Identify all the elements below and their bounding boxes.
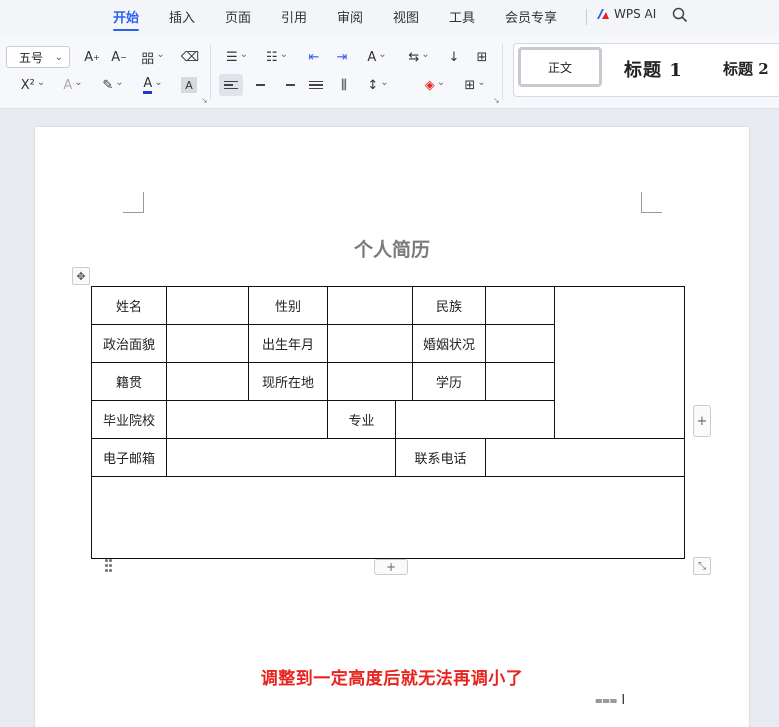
- style-heading-1[interactable]: 标题 1: [624, 56, 683, 82]
- resume-table: 姓名 性别 民族 政治面貌 出生年月 婚姻状况 籍贯 现所在地 学历 毕业院校 …: [91, 286, 685, 559]
- search-icon[interactable]: [671, 6, 689, 24]
- label-cell[interactable]: 籍贯: [91, 362, 167, 401]
- tab-references[interactable]: 引用: [281, 7, 307, 26]
- value-cell[interactable]: [166, 438, 396, 477]
- line-spacing-icon[interactable]: ↕: [363, 76, 393, 94]
- ribbon-divider: [210, 44, 211, 100]
- tab-insert[interactable]: 插入: [169, 7, 195, 26]
- label-cell[interactable]: 现所在地: [248, 362, 328, 401]
- shrink-font-icon[interactable]: A −: [109, 48, 129, 66]
- value-cell[interactable]: [327, 286, 413, 325]
- label-cell[interactable]: 政治面貌: [91, 324, 167, 363]
- style-heading-2[interactable]: 标题 2: [723, 58, 769, 79]
- margin-marker: [123, 192, 144, 213]
- align-left-icon[interactable]: [219, 74, 243, 96]
- value-cell[interactable]: [166, 400, 328, 439]
- table-move-icon[interactable]: ✥: [72, 267, 90, 285]
- label-cell[interactable]: 性别: [248, 286, 328, 325]
- margin-marker: [641, 192, 662, 213]
- tab-tools[interactable]: 工具: [449, 7, 475, 26]
- numbered-list-icon[interactable]: ☷: [262, 48, 292, 66]
- ribbon-toolbar: 五号 ⌄ A+ A− 㗊 ⌫ ☰ ☷ ⇤ ⇥ A ⇆ ↓ ⊞ X² A ✎ A …: [0, 34, 779, 109]
- menu-divider: [586, 9, 587, 25]
- distributed-icon[interactable]: ⫼: [333, 74, 355, 96]
- document-page[interactable]: 个人简历 ✥ 姓名 性别 民族 政治面貌 出生年月 婚姻状况 籍贯 现所在地 学…: [35, 127, 749, 727]
- add-column-button[interactable]: +: [693, 405, 711, 437]
- table-row: 电子邮箱 联系电话: [91, 438, 685, 477]
- tab-member[interactable]: 会员专享: [505, 7, 557, 26]
- value-cell[interactable]: [327, 362, 413, 401]
- tab-home[interactable]: 开始: [113, 7, 140, 31]
- value-cell[interactable]: [166, 362, 249, 401]
- value-cell[interactable]: [485, 324, 555, 363]
- text-effect-icon[interactable]: A: [58, 76, 88, 94]
- annotation-caption: 调整到一定高度后就无法再调小了: [260, 669, 524, 689]
- value-cell[interactable]: [485, 438, 685, 477]
- label-cell[interactable]: 电子邮箱: [91, 438, 167, 477]
- value-cell[interactable]: [485, 286, 555, 325]
- character-scale-icon[interactable]: A: [362, 48, 392, 66]
- label-cell[interactable]: 民族: [412, 286, 486, 325]
- font-color-icon[interactable]: A: [138, 76, 168, 94]
- label-cell[interactable]: 姓名: [91, 286, 167, 325]
- table-resize-icon[interactable]: ⤡: [693, 557, 711, 575]
- phonetic-guide-icon[interactable]: 㗊: [138, 48, 168, 67]
- paragraph-dialog-launcher-icon[interactable]: ↘: [493, 96, 500, 105]
- value-cell[interactable]: [395, 400, 555, 439]
- char-shading-icon[interactable]: A: [181, 77, 197, 93]
- shading-icon[interactable]: ◈: [420, 76, 450, 94]
- align-right-icon[interactable]: [277, 74, 299, 96]
- increase-indent-icon[interactable]: ⇥: [332, 48, 352, 66]
- document-title[interactable]: 个人简历: [35, 235, 749, 262]
- style-normal[interactable]: 正文: [518, 47, 602, 87]
- wps-ai-label: WPS AI: [614, 7, 657, 21]
- resume-table-wrapper: 姓名 性别 民族 政治面貌 出生年月 婚姻状况 籍贯 现所在地 学历 毕业院校 …: [91, 286, 685, 559]
- add-row-button[interactable]: +: [374, 559, 408, 575]
- row-drag-handle-icon[interactable]: [105, 559, 113, 573]
- text-direction-icon[interactable]: ⇆: [404, 48, 434, 66]
- clear-format-icon[interactable]: ⌫: [180, 48, 200, 66]
- decrease-indent-icon[interactable]: ⇤: [304, 48, 324, 66]
- value-cell[interactable]: [485, 362, 555, 401]
- label-cell[interactable]: 学历: [412, 362, 486, 401]
- label-cell[interactable]: 联系电话: [395, 438, 486, 477]
- label-cell[interactable]: 毕业院校: [91, 400, 167, 439]
- table-row: [91, 476, 685, 559]
- tab-page[interactable]: 页面: [225, 7, 251, 26]
- font-size-select[interactable]: 五号 ⌄: [6, 46, 70, 68]
- menu-bar: 开始 插入 页面 引用 审阅 视图 工具 会员专享 WPS AI: [0, 0, 779, 34]
- borders-icon[interactable]: ⊞: [460, 76, 490, 94]
- align-center-icon[interactable]: [249, 74, 271, 96]
- large-text-cell[interactable]: [91, 476, 685, 559]
- justify-icon[interactable]: [305, 74, 327, 96]
- font-dialog-launcher-icon[interactable]: ↘: [201, 96, 208, 105]
- superscript-icon[interactable]: X²: [18, 76, 48, 94]
- label-cell[interactable]: 婚姻状况: [412, 324, 486, 363]
- font-size-value: 五号: [19, 51, 44, 65]
- label-cell[interactable]: 专业: [327, 400, 396, 439]
- label-cell[interactable]: 出生年月: [248, 324, 328, 363]
- tab-view[interactable]: 视图: [393, 7, 419, 26]
- grow-font-icon[interactable]: A +: [82, 48, 102, 66]
- table-row: 姓名 性别 民族: [91, 286, 685, 439]
- tab-review[interactable]: 审阅: [337, 7, 363, 26]
- styles-gallery: 正文 标题 1 标题 2: [513, 43, 779, 97]
- highlight-icon[interactable]: ✎: [98, 76, 128, 94]
- value-cell[interactable]: [166, 324, 249, 363]
- sort-icon[interactable]: ↓: [444, 48, 464, 66]
- ribbon-divider: [502, 44, 503, 100]
- chevron-down-icon: ⌄: [54, 52, 63, 63]
- wps-ai-logo-icon: [597, 9, 609, 19]
- value-cell[interactable]: [166, 286, 249, 325]
- text-cursor-icon: ⩶ Ⅰ: [595, 693, 626, 708]
- photo-cell[interactable]: [554, 286, 685, 439]
- value-cell[interactable]: [327, 324, 413, 363]
- show-marks-icon[interactable]: ⊞: [472, 48, 492, 66]
- wps-ai-button[interactable]: WPS AI: [596, 7, 656, 21]
- bullet-list-icon[interactable]: ☰: [222, 48, 252, 66]
